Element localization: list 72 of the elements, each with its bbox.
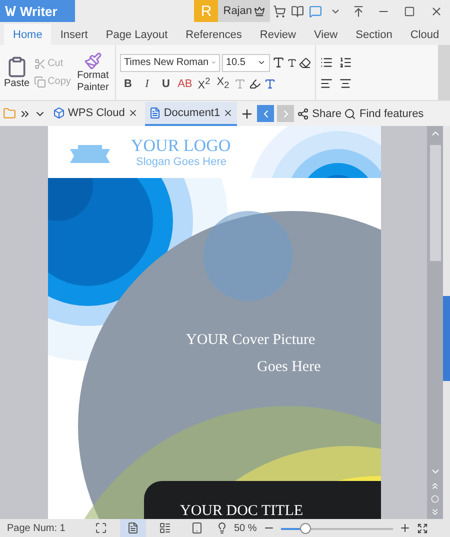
format-button[interactable]: AB	[176, 76, 193, 92]
ribbon-tab[interactable]: Insert	[51, 24, 97, 45]
chat-icon[interactable]	[308, 4, 322, 18]
ribbon-tab[interactable]: References	[176, 24, 251, 45]
shrink-font-icon[interactable]	[286, 58, 297, 68]
close-icon[interactable]	[223, 108, 234, 118]
font-size-field[interactable]: 10.5	[222, 54, 270, 72]
format-button[interactable]: X$_{2}$	[214, 76, 231, 92]
fullscreen-icon[interactable]	[416, 522, 428, 534]
vertical-scrollbar[interactable]	[427, 126, 443, 519]
ribbon-tab[interactable]: Cloud	[401, 24, 448, 45]
close-icon[interactable]	[430, 4, 442, 18]
format-button[interactable]: I	[138, 76, 155, 92]
zoom-in-icon[interactable]	[398, 522, 411, 534]
align-center-icon[interactable]	[338, 76, 352, 90]
slogan-text: Slogan Goes Here	[136, 156, 226, 168]
lightbulb-icon[interactable]	[216, 522, 228, 534]
format-button[interactable]: X$^{2}$	[196, 76, 212, 92]
outline-view-icon	[159, 522, 171, 534]
zoom-slider[interactable]	[280, 522, 393, 534]
format-painter-button[interactable]: Format Painter	[74, 48, 111, 97]
grow-font-icon[interactable]	[272, 56, 285, 69]
cube-icon	[53, 106, 65, 118]
ribbon-tab[interactable]: Page Layout	[96, 24, 177, 45]
cart-icon[interactable]	[272, 4, 286, 18]
document-icon	[148, 106, 161, 118]
search-icon	[344, 108, 356, 120]
full-screen-view-icon	[95, 522, 107, 534]
font-family-field[interactable]: Times New Roman	[120, 54, 220, 72]
clear-format-icon[interactable]	[298, 56, 311, 68]
highlight-icon[interactable]	[248, 78, 261, 90]
ribbon-tab[interactable]: Review	[250, 24, 305, 45]
ribbon-tab[interactable]: Section	[346, 24, 402, 45]
book-icon[interactable]	[290, 4, 304, 18]
copy-icon	[34, 76, 46, 88]
logo-text: YOUR LOGO	[131, 136, 231, 156]
upload-icon[interactable]	[352, 4, 364, 18]
bullet-list-icon[interactable]	[320, 56, 333, 68]
crown-icon	[254, 6, 265, 16]
new-tab-icon[interactable]	[240, 106, 254, 120]
slider-thumb[interactable]	[300, 522, 312, 534]
side-panel-handle[interactable]	[443, 296, 450, 381]
maximize-icon[interactable]	[404, 6, 414, 16]
document-tab[interactable]: Document1	[144, 102, 238, 126]
ribbon-tab[interactable]: Home	[4, 24, 52, 45]
page-number-text: Page Num: 1	[7, 522, 66, 534]
tablet-view-icon	[191, 522, 203, 534]
scrollbar-thumb[interactable]	[430, 145, 440, 261]
share-icon	[297, 108, 310, 120]
app-logo-icon	[5, 6, 16, 16]
user-menu[interactable]: Rajan	[218, 0, 270, 22]
zoom-level-text: 50 %	[234, 522, 257, 534]
document-tab[interactable]: WPS Cloud	[49, 102, 142, 126]
format-button[interactable]: B	[120, 76, 136, 92]
align-left-icon[interactable]	[320, 76, 333, 90]
cover-heading: Goes Here	[257, 359, 321, 376]
scissors-icon	[34, 58, 46, 70]
format-button[interactable]: U	[158, 76, 174, 92]
view-mode-button[interactable]	[120, 519, 146, 537]
paste-button[interactable]: Paste	[4, 48, 30, 97]
chevron-down-icon	[256, 58, 266, 67]
ribbon-tab[interactable]: View	[304, 24, 347, 45]
document-title: YOUR DOC TITLE	[180, 503, 304, 519]
font-color-icon[interactable]	[264, 78, 276, 90]
close-icon[interactable]	[128, 108, 138, 118]
cover-heading: YOUR Cover Picture	[186, 332, 316, 349]
paintbrush-icon	[84, 52, 102, 70]
page-view-icon	[127, 522, 139, 534]
ribbon-logo-icon	[70, 143, 110, 165]
find-features-button[interactable]: Find features	[344, 108, 424, 120]
numbered-list-icon[interactable]	[338, 56, 352, 68]
share-button[interactable]: Share	[297, 108, 342, 120]
